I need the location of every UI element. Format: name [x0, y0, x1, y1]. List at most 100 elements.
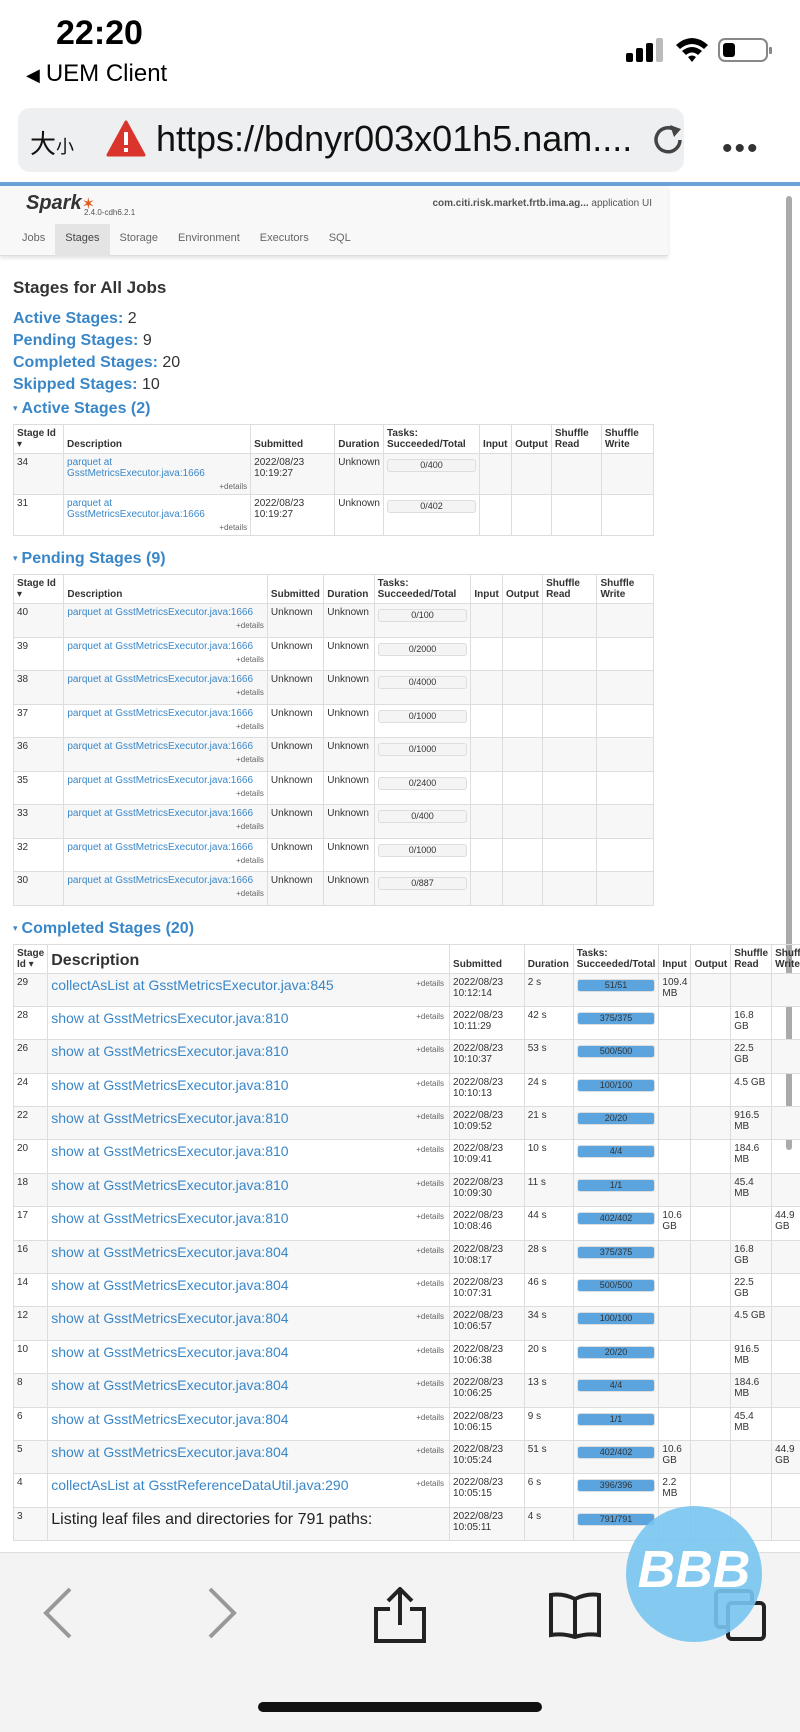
col-duration[interactable]: Duration — [334, 424, 384, 454]
details-toggle[interactable]: +details — [416, 1479, 444, 1488]
col-input[interactable]: Input — [479, 424, 513, 454]
stage-description-link[interactable]: show at GsstMetricsExecutor.java:804 — [51, 1310, 288, 1326]
stage-description-link[interactable]: parquet at GsstMetricsExecutor.java:1666 — [67, 607, 253, 618]
stage-description-link[interactable]: show at GsstMetricsExecutor.java:810 — [51, 1143, 288, 1159]
details-toggle[interactable]: +details — [416, 1212, 444, 1221]
details-toggle[interactable]: +details — [416, 1079, 444, 1088]
col-stage-id[interactable]: Stage Id ▾ — [12, 574, 65, 604]
forward-arrow-icon[interactable] — [206, 1587, 238, 1639]
stage-description-link[interactable]: show at GsstMetricsExecutor.java:804 — [51, 1244, 288, 1260]
col-description[interactable]: Description — [47, 943, 451, 974]
home-indicator[interactable] — [258, 1702, 542, 1712]
stage-description-link[interactable]: parquet at GsstMetricsExecutor.java:1666 — [67, 775, 253, 786]
pending-stages-heading[interactable]: ▾ Pending Stages (9) — [13, 550, 800, 568]
details-toggle[interactable]: +details — [67, 621, 264, 630]
text-size-button[interactable]: 大小 — [30, 124, 74, 161]
stage-description-link[interactable]: show at GsstMetricsExecutor.java:804 — [51, 1344, 288, 1360]
details-toggle[interactable]: +details — [416, 1045, 444, 1054]
col-shuffle-write[interactable]: Shuffle Write — [596, 574, 654, 604]
stage-description-link[interactable]: show at GsstMetricsExecutor.java:810 — [51, 1177, 288, 1193]
col-input[interactable]: Input — [658, 943, 692, 974]
tab-environment[interactable]: Environment — [168, 224, 250, 256]
url-text[interactable]: https://bdnyr003x01h5.nam.... — [156, 118, 636, 160]
col-tasks[interactable]: Tasks: Succeeded/Total — [382, 424, 481, 454]
tab-executors[interactable]: Executors — [250, 224, 319, 256]
stage-description-link[interactable]: show at GsstMetricsExecutor.java:810 — [51, 1077, 288, 1093]
stage-description-link[interactable]: show at GsstMetricsExecutor.java:804 — [51, 1277, 288, 1293]
stage-description-link[interactable]: collectAsList at GsstReferenceDataUtil.j… — [51, 1477, 348, 1493]
col-submitted[interactable]: Submitted — [266, 574, 325, 604]
col-output[interactable]: Output — [502, 574, 544, 604]
col-description[interactable]: Description — [63, 424, 252, 454]
details-toggle[interactable]: +details — [416, 979, 444, 988]
details-toggle[interactable]: +details — [67, 688, 264, 697]
col-tasks[interactable]: Tasks: Succeeded/Total — [373, 574, 472, 604]
stage-description-link[interactable]: show at GsstMetricsExecutor.java:810 — [51, 1043, 288, 1059]
stage-description-link[interactable]: show at GsstMetricsExecutor.java:810 — [51, 1210, 288, 1226]
bookmarks-icon[interactable] — [548, 1591, 602, 1639]
stage-description-link[interactable]: parquet at GsstMetricsExecutor.java:1666 — [67, 457, 205, 479]
col-stage-id[interactable]: Stage Id ▾ — [12, 424, 65, 454]
details-toggle[interactable]: +details — [416, 1179, 444, 1188]
stage-description-link[interactable]: parquet at GsstMetricsExecutor.java:1666 — [67, 674, 253, 685]
col-submitted[interactable]: Submitted — [250, 424, 336, 454]
details-toggle[interactable]: +details — [416, 1346, 444, 1355]
back-to-app[interactable]: ◀ UEM Client — [26, 60, 167, 88]
col-shuffle-write[interactable]: Shuffle Write — [600, 424, 655, 454]
stage-description-link[interactable]: collectAsList at GsstMetricsExecutor.jav… — [51, 977, 333, 993]
details-toggle[interactable]: +details — [416, 1312, 444, 1321]
col-shuffle-read[interactable]: Shuffle Read — [550, 424, 602, 454]
details-toggle[interactable]: +details — [67, 655, 264, 664]
col-stage-id[interactable]: Stage Id ▾ — [12, 943, 49, 974]
col-shuffle-read[interactable]: Shuffle Read — [542, 574, 598, 604]
stage-description-link[interactable]: parquet at GsstMetricsExecutor.java:1666 — [67, 741, 253, 752]
stage-description-link[interactable]: show at GsstMetricsExecutor.java:804 — [51, 1444, 288, 1460]
details-toggle[interactable]: +details — [416, 1112, 444, 1121]
active-stages-heading[interactable]: ▾ Active Stages (2) — [13, 400, 800, 418]
summary-skipped-link[interactable]: Skipped Stages: — [13, 376, 137, 393]
details-toggle[interactable]: +details — [67, 482, 247, 491]
col-shuffle-read[interactable]: Shuffle Read — [730, 943, 773, 974]
details-toggle[interactable]: +details — [416, 1379, 444, 1388]
ellipsis-icon[interactable]: ••• — [722, 132, 760, 166]
details-toggle[interactable]: +details — [416, 1012, 444, 1021]
stage-description-link[interactable]: parquet at GsstMetricsExecutor.java:1666 — [67, 808, 253, 819]
col-description[interactable]: Description — [63, 574, 268, 604]
tab-sql[interactable]: SQL — [319, 224, 361, 256]
stage-description-link[interactable]: parquet at GsstMetricsExecutor.java:1666 — [67, 641, 253, 652]
tab-storage[interactable]: Storage — [110, 224, 169, 256]
stage-description-link[interactable]: show at GsstMetricsExecutor.java:810 — [51, 1110, 288, 1126]
summary-completed-link[interactable]: Completed Stages: — [13, 354, 158, 371]
col-shuffle-write[interactable]: Shuffle Write — [771, 943, 800, 974]
stage-description-link[interactable]: show at GsstMetricsExecutor.java:804 — [51, 1377, 288, 1393]
col-duration[interactable]: Duration — [323, 574, 375, 604]
stage-description-link[interactable]: show at GsstMetricsExecutor.java:804 — [51, 1411, 288, 1427]
details-toggle[interactable]: +details — [67, 856, 264, 865]
stage-description-link[interactable]: parquet at GsstMetricsExecutor.java:1666 — [67, 842, 253, 853]
tab-stages[interactable]: Stages — [55, 224, 110, 256]
summary-pending-link[interactable]: Pending Stages: — [13, 332, 138, 349]
stage-description-link[interactable]: parquet at GsstMetricsExecutor.java:1666 — [67, 875, 253, 886]
address-bar[interactable]: 大小 https://bdnyr003x01h5.nam.... — [18, 108, 684, 172]
blackberry-floating-button[interactable]: BBB — [626, 1506, 762, 1642]
stage-description-link[interactable]: parquet at GsstMetricsExecutor.java:1666 — [67, 498, 205, 520]
details-toggle[interactable]: +details — [416, 1279, 444, 1288]
share-icon[interactable] — [372, 1587, 428, 1643]
tab-jobs[interactable]: Jobs — [12, 224, 55, 256]
stage-description-link[interactable]: show at GsstMetricsExecutor.java:810 — [51, 1010, 288, 1026]
col-duration[interactable]: Duration — [523, 943, 574, 974]
details-toggle[interactable]: +details — [67, 523, 247, 532]
col-output[interactable]: Output — [511, 424, 552, 454]
details-toggle[interactable]: +details — [67, 789, 264, 798]
details-toggle[interactable]: +details — [67, 755, 264, 764]
details-toggle[interactable]: +details — [416, 1413, 444, 1422]
reload-icon[interactable] — [650, 122, 686, 158]
col-tasks[interactable]: Tasks: Succeeded/Total — [572, 943, 660, 974]
col-input[interactable]: Input — [470, 574, 504, 604]
details-toggle[interactable]: +details — [416, 1145, 444, 1154]
completed-stages-heading[interactable]: ▾ Completed Stages (20) — [13, 920, 800, 938]
details-toggle[interactable]: +details — [67, 889, 264, 898]
back-arrow-icon[interactable] — [42, 1587, 74, 1639]
details-toggle[interactable]: +details — [67, 722, 264, 731]
stage-description-link[interactable]: parquet at GsstMetricsExecutor.java:1666 — [67, 708, 253, 719]
